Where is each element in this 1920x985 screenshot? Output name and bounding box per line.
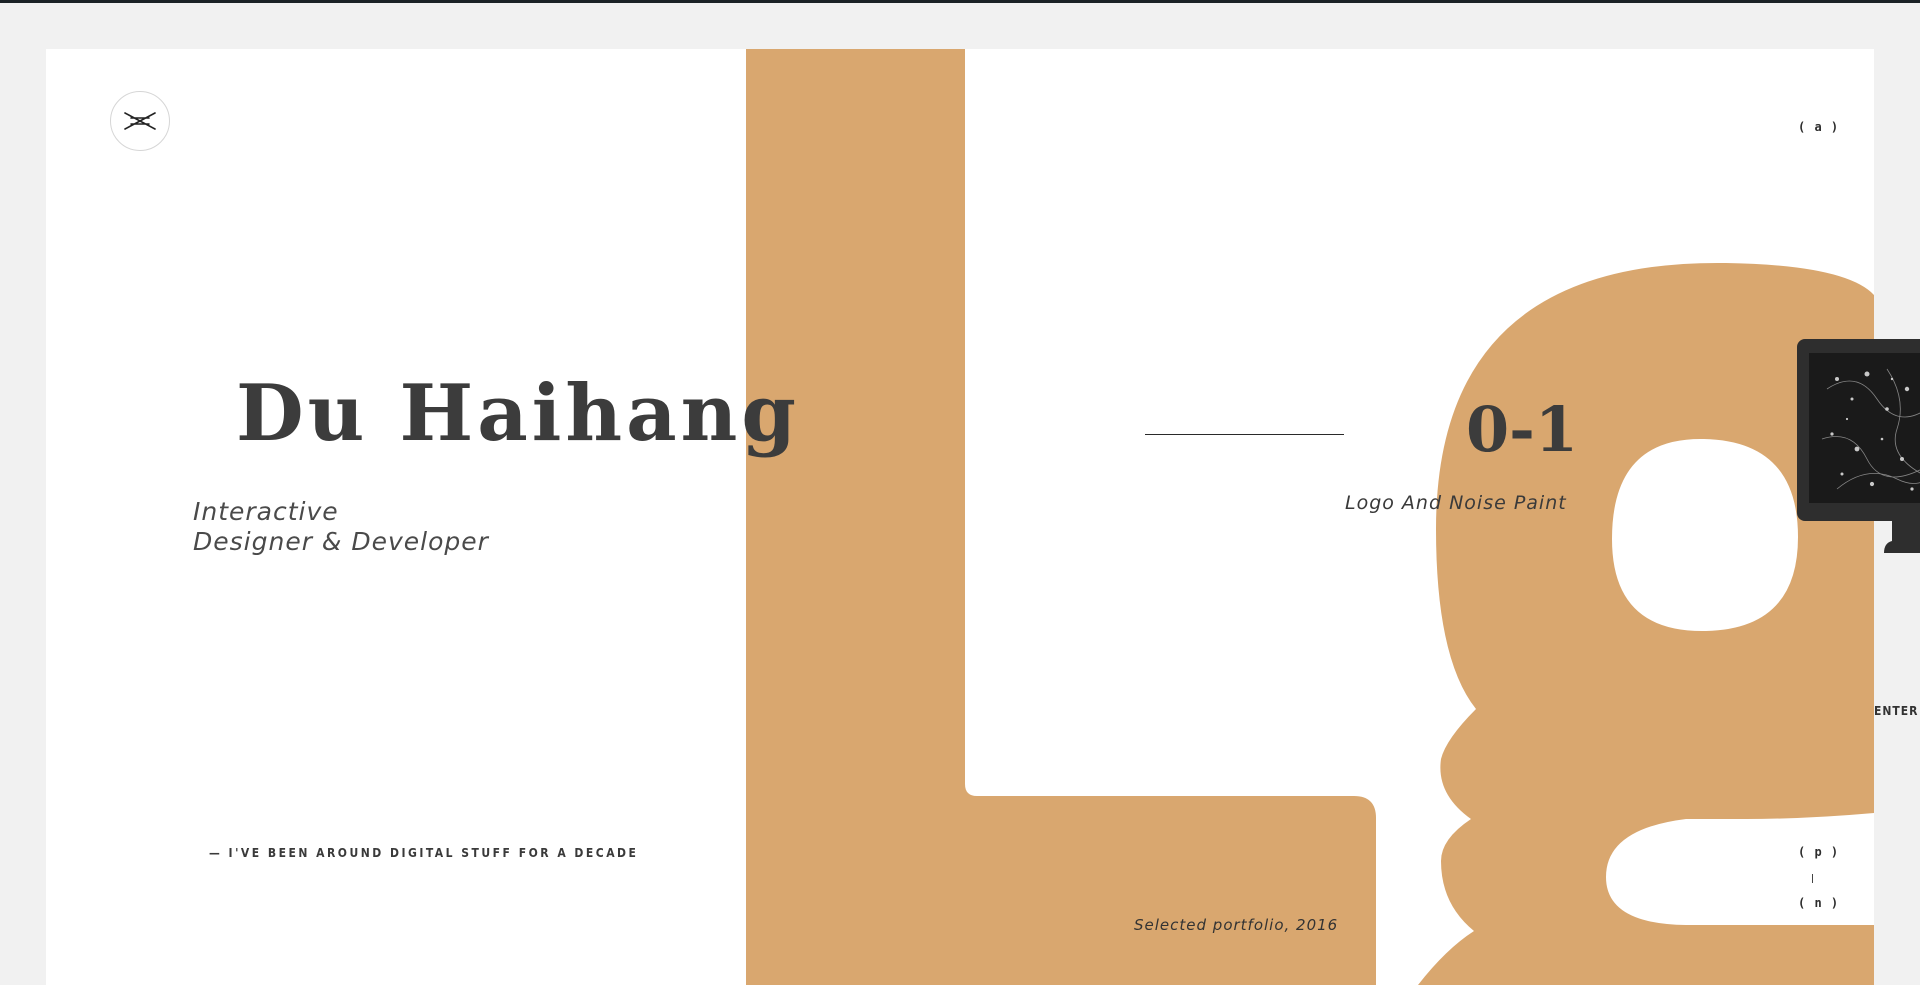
hero-role: Interactive Designer & Developer — [193, 497, 489, 557]
about-nav-key[interactable]: ( a ) — [1798, 120, 1839, 134]
next-nav-key[interactable]: ( n ) — [1798, 896, 1839, 910]
portfolio-card: Du Haihang Interactive Designer & Develo… — [46, 49, 1874, 985]
top-border-line — [0, 0, 1920, 3]
project-divider-line — [1145, 434, 1344, 435]
hero-role-line-2: Designer & Developer — [193, 527, 489, 556]
crossed-lines-logo-icon — [124, 112, 156, 130]
hero-role-line-1: Interactive — [193, 497, 339, 526]
nav-separator — [1812, 874, 1813, 883]
project-thumbnail[interactable] — [1797, 339, 1920, 521]
tagline: — I'VE BEEN AROUND DIGITAL STUFF FOR A D… — [209, 846, 639, 860]
project-title[interactable]: Logo And Noise Paint — [1345, 492, 1567, 514]
noise-paint-screen-thumbnail — [1809, 353, 1920, 503]
letter-l-shape — [746, 49, 1376, 985]
hero-name: Du Haihang — [236, 368, 800, 459]
monitor-stand-shape — [1884, 521, 1920, 553]
prev-nav-key[interactable]: ( p ) — [1798, 845, 1839, 859]
logo-button[interactable] — [110, 91, 170, 151]
enter-case-link[interactable]: ENTER C — [1874, 704, 1920, 718]
selected-portfolio-caption: Selected portfolio, 2016 — [1134, 916, 1339, 934]
project-number: 0-1 — [1466, 393, 1579, 466]
